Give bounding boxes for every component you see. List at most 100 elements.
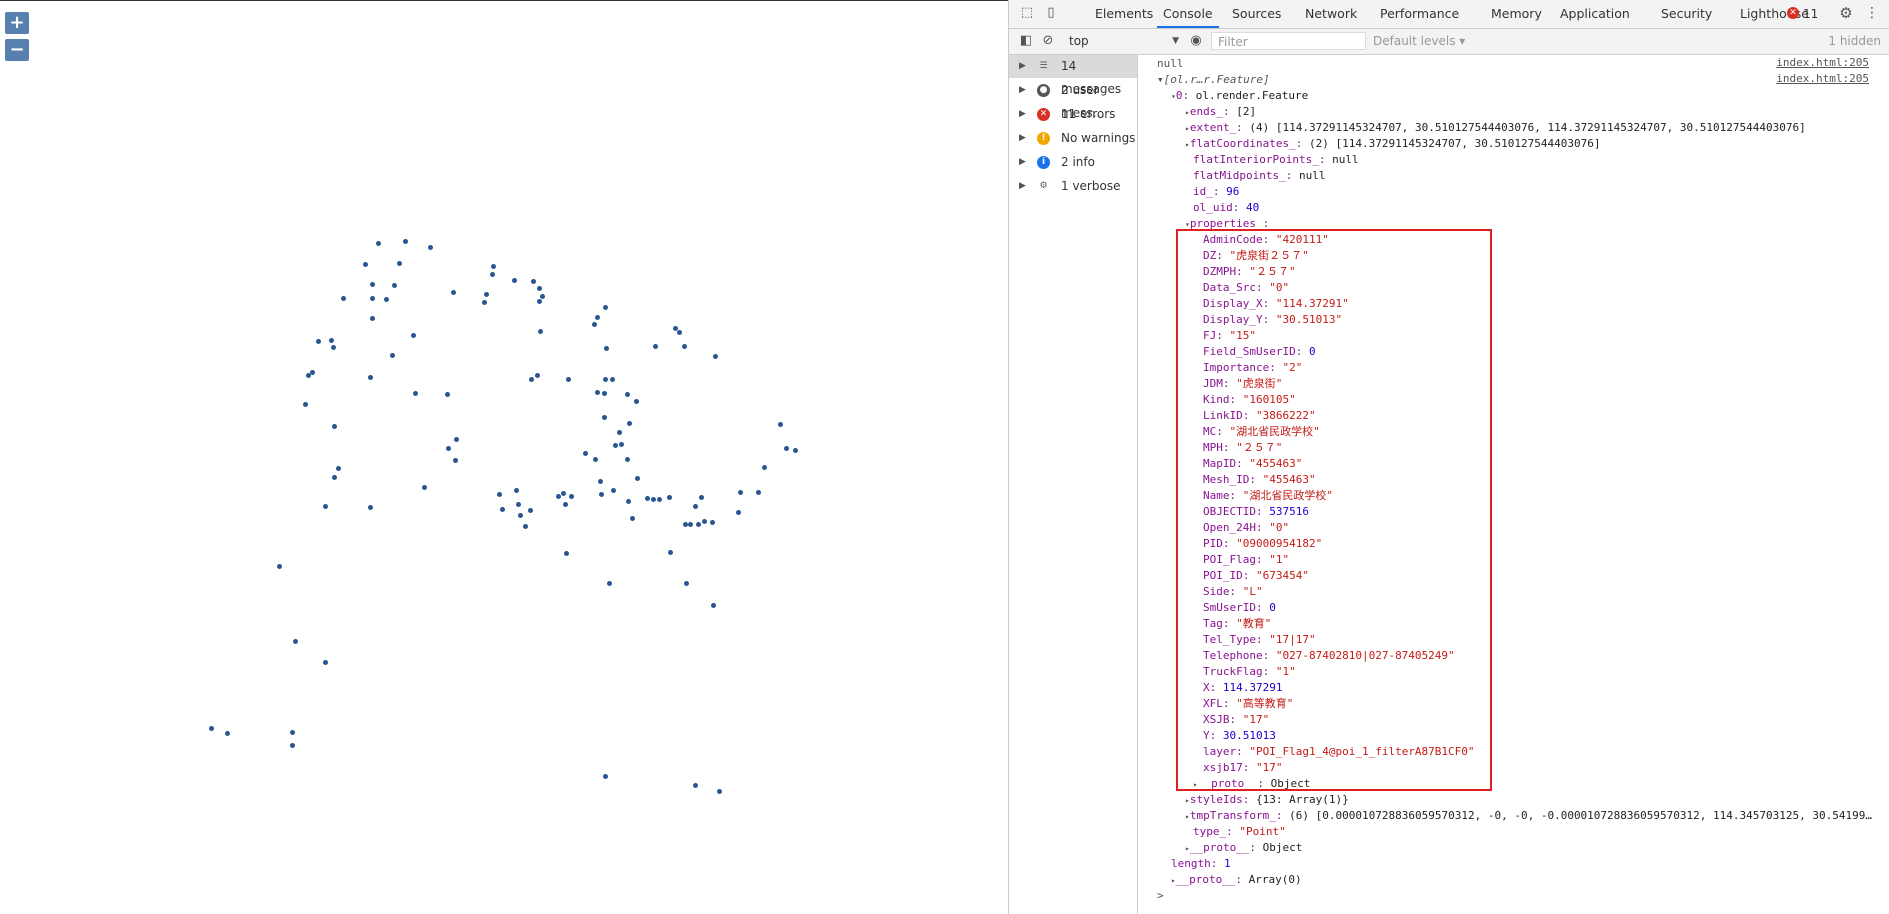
console-line[interactable]: ▸styleIds: {13: Array(1)}	[1185, 792, 1349, 808]
map-point[interactable]	[696, 522, 701, 527]
console-line[interactable]: id_: 96	[1193, 184, 1239, 200]
console-line[interactable]: ▾0: ol.render.Feature	[1171, 88, 1308, 104]
map-point[interactable]	[667, 495, 672, 500]
map-point[interactable]	[613, 443, 618, 448]
map-point[interactable]	[514, 488, 519, 493]
map-point[interactable]	[711, 603, 716, 608]
map-point[interactable]	[653, 344, 658, 349]
map-point[interactable]	[310, 370, 315, 375]
map-point[interactable]	[635, 476, 640, 481]
map-point[interactable]	[610, 377, 615, 382]
map-point[interactable]	[225, 731, 230, 736]
console-line[interactable]: ▸ends_: [2]	[1185, 104, 1256, 120]
map-point[interactable]	[290, 743, 295, 748]
map-point[interactable]	[516, 502, 521, 507]
map-point[interactable]	[682, 344, 687, 349]
tab-sources[interactable]: Sources	[1226, 0, 1287, 28]
filter-input[interactable]: Filter	[1211, 32, 1366, 50]
console-line[interactable]: >	[1157, 888, 1164, 904]
map-point[interactable]	[454, 437, 459, 442]
map-point[interactable]	[561, 491, 566, 496]
map-point[interactable]	[717, 789, 722, 794]
map-point[interactable]	[446, 446, 451, 451]
tab-console[interactable]: Console	[1157, 0, 1219, 28]
tab-application[interactable]: Application	[1554, 0, 1636, 28]
error-count[interactable]: 11	[1803, 0, 1818, 28]
map-point[interactable]	[277, 564, 282, 569]
map-point[interactable]	[683, 522, 688, 527]
map-point[interactable]	[736, 510, 741, 515]
map-point[interactable]	[528, 508, 533, 513]
console-line[interactable]: type_: "Point"	[1193, 824, 1286, 840]
map-point[interactable]	[607, 581, 612, 586]
console-line[interactable]: length: 1	[1171, 856, 1231, 872]
console-line[interactable]: ▸tmpTransform_: (6) [0.00001072883605957…	[1185, 808, 1872, 824]
map-point[interactable]	[491, 264, 496, 269]
map-point[interactable]	[569, 494, 574, 499]
more-options-icon[interactable]: ⋮	[1865, 6, 1879, 20]
map-point[interactable]	[537, 286, 542, 291]
map-point[interactable]	[710, 520, 715, 525]
map-point[interactable]	[627, 421, 632, 426]
map-point[interactable]	[778, 422, 783, 427]
map-point[interactable]	[413, 391, 418, 396]
source-link[interactable]: index.html:205	[1776, 72, 1869, 85]
map-point[interactable]	[603, 377, 608, 382]
map-point[interactable]	[625, 392, 630, 397]
map-point[interactable]	[332, 424, 337, 429]
console-line[interactable]: flatMidpoints_: null	[1193, 168, 1325, 184]
map-point[interactable]	[617, 430, 622, 435]
map-point[interactable]	[566, 377, 571, 382]
map-point[interactable]	[603, 305, 608, 310]
map-point[interactable]	[563, 502, 568, 507]
console-line[interactable]: ▸extent_: (4) [114.37291145324707, 30.51…	[1185, 120, 1806, 136]
map-point[interactable]	[482, 300, 487, 305]
map-point[interactable]	[684, 581, 689, 586]
settings-gear-icon[interactable]: ⚙	[1839, 6, 1853, 21]
tab-memory[interactable]: Memory	[1485, 0, 1548, 28]
console-line[interactable]: ▾[ol.r…r.Feature]	[1157, 72, 1270, 88]
eye-icon[interactable]: ◉	[1189, 34, 1203, 48]
map-point[interactable]	[688, 522, 693, 527]
map-point[interactable]	[699, 495, 704, 500]
map-point[interactable]	[651, 497, 656, 502]
map-point[interactable]	[397, 261, 402, 266]
map-point[interactable]	[540, 294, 545, 299]
context-select[interactable]: top ▼	[1069, 33, 1179, 49]
map-point[interactable]	[657, 497, 662, 502]
map-point[interactable]	[784, 446, 789, 451]
sidebar-item-5[interactable]: ▶ ⚙ 1 verbose	[1009, 175, 1137, 198]
map-point[interactable]	[602, 391, 607, 396]
map-point[interactable]	[451, 290, 456, 295]
map-point[interactable]	[428, 245, 433, 250]
map-point[interactable]	[370, 296, 375, 301]
sidebar-item-2[interactable]: ▶ ✕ 11 errors	[1009, 103, 1137, 126]
console-line[interactable]: null	[1157, 56, 1184, 72]
map-point[interactable]	[762, 465, 767, 470]
map-point[interactable]	[411, 333, 416, 338]
map-point[interactable]	[531, 279, 536, 284]
map-point[interactable]	[331, 345, 336, 350]
map-point[interactable]	[422, 485, 427, 490]
map-point[interactable]	[370, 282, 375, 287]
map-point[interactable]	[564, 551, 569, 556]
sidebar-item-4[interactable]: ▶ i 2 info	[1009, 151, 1137, 174]
map-point[interactable]	[538, 329, 543, 334]
console-line[interactable]: ol_uid: 40	[1193, 200, 1259, 216]
map-point[interactable]	[595, 315, 600, 320]
device-toolbar-icon[interactable]: ▯	[1044, 6, 1058, 20]
map-point[interactable]	[363, 262, 368, 267]
map-point[interactable]	[602, 415, 607, 420]
map-point[interactable]	[537, 299, 542, 304]
map-point[interactable]	[512, 278, 517, 283]
map-point[interactable]	[368, 505, 373, 510]
map-point[interactable]	[293, 639, 298, 644]
map-point[interactable]	[518, 513, 523, 518]
map-point[interactable]	[693, 783, 698, 788]
zoom-in-button[interactable]: +	[5, 12, 29, 34]
map-point[interactable]	[793, 448, 798, 453]
map-point[interactable]	[209, 726, 214, 731]
map-point[interactable]	[713, 354, 718, 359]
map-point[interactable]	[702, 519, 707, 524]
map-point[interactable]	[595, 390, 600, 395]
